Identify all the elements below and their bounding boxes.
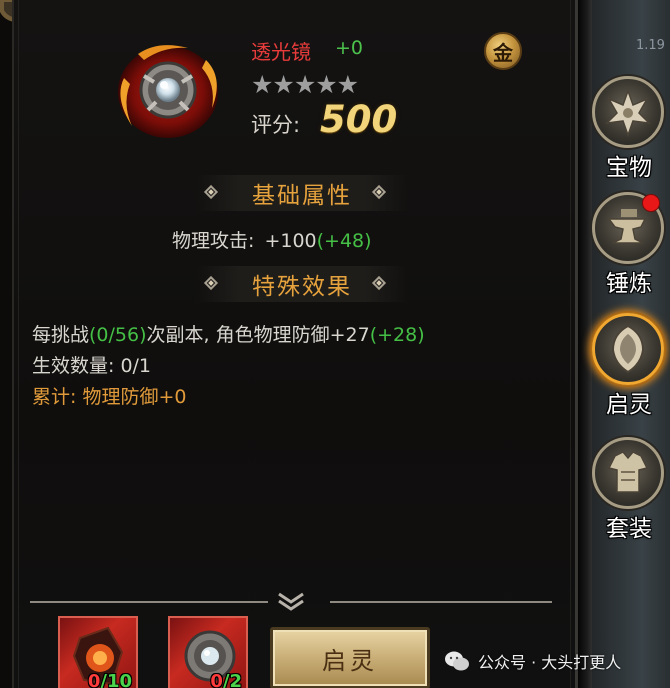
- diamond-icon: [203, 184, 219, 200]
- material-count: 0/10: [87, 671, 132, 688]
- item-enhance-level: +0: [335, 37, 364, 59]
- diamond-icon: [371, 184, 387, 200]
- score-value: 500: [320, 98, 398, 141]
- star-rating: ★★★★★: [251, 70, 359, 99]
- chevron-down-icon[interactable]: [276, 590, 306, 612]
- wechat-logo-icon: [445, 651, 469, 671]
- awaken-button[interactable]: 启灵: [270, 627, 430, 688]
- stat-value: +100: [264, 230, 317, 252]
- stat-bonus: (+48): [316, 230, 372, 252]
- section-basic-header: 基础属性: [196, 175, 408, 211]
- effect-text-b: 次副本, 角色物理防御+27: [146, 324, 370, 346]
- effect-progress: (0/56): [89, 324, 147, 346]
- stat-line-physical-attack: 物理攻击: +100(+48): [172, 226, 372, 253]
- section-special-title: 特殊效果: [252, 274, 352, 300]
- side-menu-label: 启灵: [606, 392, 652, 418]
- watermark: 公众号 · 大头打更人: [444, 648, 621, 674]
- side-menu-ring: [592, 76, 664, 148]
- side-menu-label: 锤炼: [606, 271, 652, 297]
- side-menu-awaken[interactable]: 启灵: [588, 313, 670, 433]
- corner-number: 1.19: [636, 38, 665, 53]
- side-menu-set[interactable]: 套装: [588, 437, 670, 557]
- side-menu-treasure[interactable]: 宝物: [588, 76, 670, 196]
- side-menu-label: 套装: [606, 516, 652, 542]
- section-basic-title: 基础属性: [252, 183, 352, 209]
- effect-line-1: 每挑战(0/56)次副本, 角色物理防御+27(+28): [32, 320, 425, 347]
- grade-badge: 金: [484, 32, 522, 70]
- score-label: 评分:: [251, 113, 301, 137]
- side-menu-ring: [592, 437, 664, 509]
- divider-left: [30, 601, 268, 603]
- diamond-icon: [203, 275, 219, 291]
- side-menu-ring-active: [592, 313, 664, 385]
- game-screen: 1.19 透光镜 +0 金 ★★★★★ 评分: 500 基础属性 物理攻击: +…: [0, 0, 670, 688]
- effect-line-3: 累计: 物理防御+0: [32, 386, 187, 408]
- material-slot-1[interactable]: 0/10: [58, 616, 138, 688]
- diamond-icon: [371, 275, 387, 291]
- material-slot-2[interactable]: 0/2: [168, 616, 248, 688]
- effect-bonus: (+28): [369, 324, 425, 346]
- effect-line-2: 生效数量: 0/1: [32, 355, 152, 377]
- notification-dot: [642, 194, 660, 212]
- effect-text-a: 每挑战: [32, 324, 90, 346]
- side-menu-refine[interactable]: 锤炼: [588, 192, 670, 312]
- treasure-emblem-icon: [604, 88, 652, 138]
- armor-set-icon: [607, 451, 649, 493]
- side-menu-label: 宝物: [606, 155, 652, 181]
- watermark-text: 公众号 · 大头打更人: [478, 653, 622, 672]
- item-name: 透光镜: [251, 40, 311, 64]
- spirit-shield-icon: [611, 324, 645, 374]
- section-special-header: 特殊效果: [196, 266, 408, 302]
- material-count: 0/2: [210, 671, 242, 688]
- mirror-item-icon: [118, 45, 218, 138]
- divider-right: [330, 601, 552, 603]
- stat-label: 物理攻击:: [172, 230, 255, 252]
